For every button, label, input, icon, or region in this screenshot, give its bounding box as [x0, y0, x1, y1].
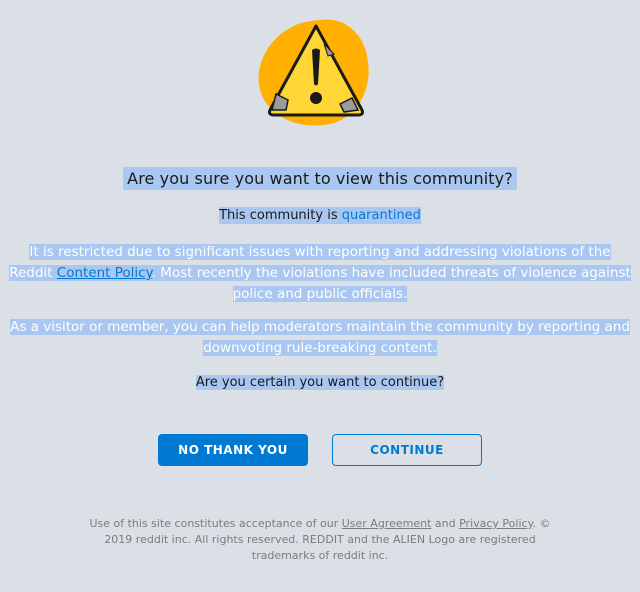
page-title: Are you sure you want to view this commu…: [0, 166, 640, 192]
status-prefix: This community is: [219, 208, 342, 223]
quarantine-notice: Are you sure you want to view this commu…: [0, 166, 640, 393]
restriction-reason: It is restricted due to significant issu…: [9, 244, 631, 302]
footer: Use of this site constitutes acceptance …: [89, 517, 551, 562]
action-buttons: NO THANK YOU CONTINUE: [158, 434, 482, 466]
help-text: As a visitor or member, you can help mod…: [10, 319, 630, 356]
continue-button[interactable]: CONTINUE: [332, 434, 482, 466]
confirmation-question: Are you certain you want to continue?: [195, 375, 445, 390]
no-thank-you-button[interactable]: NO THANK YOU: [158, 434, 308, 466]
privacy-policy-link[interactable]: Privacy Policy: [459, 517, 532, 530]
status-quarantined: quarantined: [341, 208, 421, 223]
community-status: This community is quarantined: [0, 206, 640, 226]
warning-triangle-icon: [254, 14, 378, 130]
user-agreement-link[interactable]: User Agreement: [342, 517, 432, 530]
content-policy-link[interactable]: Content Policy: [57, 265, 152, 281]
